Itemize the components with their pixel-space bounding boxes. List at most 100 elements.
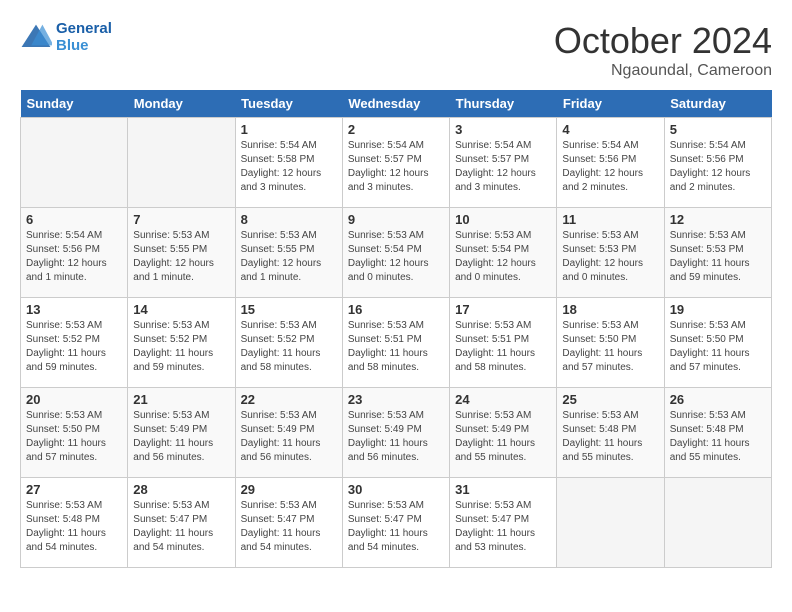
table-row: 27 Sunrise: 5:53 AM Sunset: 5:48 PM Dayli… [21,478,128,568]
table-row: 4 Sunrise: 5:54 AM Sunset: 5:56 PM Daylig… [557,118,664,208]
location-title: Ngaoundal, Cameroon [554,62,772,80]
table-row: 25 Sunrise: 5:53 AM Sunset: 5:48 PM Dayli… [557,388,664,478]
cell-text: Sunrise: 5:53 AM Sunset: 5:48 PM Dayligh… [670,409,766,465]
cell-text: Sunrise: 5:53 AM Sunset: 5:55 PM Dayligh… [133,229,229,285]
day-number: 15 [241,302,337,317]
table-row: 9 Sunrise: 5:53 AM Sunset: 5:54 PM Daylig… [342,208,449,298]
table-row [664,478,771,568]
col-sunday: Sunday [21,90,128,118]
day-number: 8 [241,212,337,227]
cell-text: Sunrise: 5:53 AM Sunset: 5:54 PM Dayligh… [455,229,551,285]
day-number: 1 [241,122,337,137]
table-row: 14 Sunrise: 5:53 AM Sunset: 5:52 PM Dayli… [128,298,235,388]
day-number: 11 [562,212,658,227]
cell-text: Sunrise: 5:53 AM Sunset: 5:51 PM Dayligh… [455,319,551,375]
table-row [128,118,235,208]
cell-text: Sunrise: 5:53 AM Sunset: 5:49 PM Dayligh… [241,409,337,465]
table-row: 28 Sunrise: 5:53 AM Sunset: 5:47 PM Dayli… [128,478,235,568]
cell-text: Sunrise: 5:53 AM Sunset: 5:49 PM Dayligh… [455,409,551,465]
cell-text: Sunrise: 5:53 AM Sunset: 5:47 PM Dayligh… [455,499,551,555]
calendar-table: Sunday Monday Tuesday Wednesday Thursday… [20,90,772,568]
table-row: 15Sunrise: 5:53 AM Sunset: 5:52 PM Dayli… [235,298,342,388]
cell-text: Sunrise: 5:53 AM Sunset: 5:54 PM Dayligh… [348,229,444,285]
day-number: 18 [562,302,658,317]
cell-text: Sunrise: 5:53 AM Sunset: 5:48 PM Dayligh… [562,409,658,465]
calendar-header-row: Sunday Monday Tuesday Wednesday Thursday… [21,90,772,118]
cell-text: Sunrise: 5:53 AM Sunset: 5:50 PM Dayligh… [670,319,766,375]
table-row: 24 Sunrise: 5:53 AM Sunset: 5:49 PM Dayli… [450,388,557,478]
cell-text: Sunrise: 5:53 AM Sunset: 5:51 PM Dayligh… [348,319,444,375]
cell-text: Sunrise: 5:54 AM Sunset: 5:57 PM Dayligh… [455,139,551,195]
cell-text: Sunrise: 5:53 AM Sunset: 5:47 PM Dayligh… [241,499,337,555]
day-number: 13 [26,302,122,317]
col-wednesday: Wednesday [342,90,449,118]
month-title: October 2024 [554,20,772,62]
day-number: 24 [455,392,551,407]
calendar-week-row: 20 Sunrise: 5:53 AM Sunset: 5:50 PM Dayli… [21,388,772,478]
calendar-week-row: 13 Sunrise: 5:53 AM Sunset: 5:52 PM Dayli… [21,298,772,388]
table-row: 11 Sunrise: 5:53 AM Sunset: 5:53 PM Dayli… [557,208,664,298]
table-row: 7 Sunrise: 5:53 AM Sunset: 5:55 PM Daylig… [128,208,235,298]
table-row: 16 Sunrise: 5:53 AM Sunset: 5:51 PM Dayli… [342,298,449,388]
logo-text: General Blue [56,20,112,54]
day-number: 2 [348,122,444,137]
table-row: 2Sunrise: 5:54 AM Sunset: 5:57 PM Daylig… [342,118,449,208]
day-number: 5 [670,122,766,137]
day-number: 27 [26,482,122,497]
table-row: 1 Sunrise: 5:54 AM Sunset: 5:58 PM Daylig… [235,118,342,208]
table-row: 21 Sunrise: 5:53 AM Sunset: 5:49 PM Dayli… [128,388,235,478]
day-number: 7 [133,212,229,227]
cell-text: Sunrise: 5:53 AM Sunset: 5:49 PM Dayligh… [348,409,444,465]
col-monday: Monday [128,90,235,118]
day-number: 3 [455,122,551,137]
col-saturday: Saturday [664,90,771,118]
table-row: 20 Sunrise: 5:53 AM Sunset: 5:50 PM Dayli… [21,388,128,478]
cell-text: Sunrise: 5:54 AM Sunset: 5:56 PM Dayligh… [562,139,658,195]
table-row: 12Sunrise: 5:53 AM Sunset: 5:53 PM Dayli… [664,208,771,298]
day-number: 9 [348,212,444,227]
col-thursday: Thursday [450,90,557,118]
day-number: 16 [348,302,444,317]
cell-text: Sunrise: 5:53 AM Sunset: 5:48 PM Dayligh… [26,499,122,555]
logo: General Blue [20,20,112,54]
day-number: 29 [241,482,337,497]
day-number: 25 [562,392,658,407]
logo-icon [20,23,52,51]
cell-text: Sunrise: 5:53 AM Sunset: 5:55 PM Dayligh… [241,229,337,285]
day-number: 19 [670,302,766,317]
calendar-week-row: 1 Sunrise: 5:54 AM Sunset: 5:58 PM Daylig… [21,118,772,208]
day-number: 14 [133,302,229,317]
cell-text: Sunrise: 5:53 AM Sunset: 5:47 PM Dayligh… [348,499,444,555]
cell-text: Sunrise: 5:53 AM Sunset: 5:47 PM Dayligh… [133,499,229,555]
calendar-week-row: 6Sunrise: 5:54 AM Sunset: 5:56 PM Daylig… [21,208,772,298]
table-row: 30Sunrise: 5:53 AM Sunset: 5:47 PM Dayli… [342,478,449,568]
cell-text: Sunrise: 5:54 AM Sunset: 5:56 PM Dayligh… [26,229,122,285]
table-row: 5 Sunrise: 5:54 AM Sunset: 5:56 PM Daylig… [664,118,771,208]
calendar-week-row: 27 Sunrise: 5:53 AM Sunset: 5:48 PM Dayli… [21,478,772,568]
col-tuesday: Tuesday [235,90,342,118]
table-row: 18Sunrise: 5:53 AM Sunset: 5:50 PM Dayli… [557,298,664,388]
table-row: 19 Sunrise: 5:53 AM Sunset: 5:50 PM Dayli… [664,298,771,388]
day-number: 28 [133,482,229,497]
page-header: General Blue October 2024 Ngaoundal, Cam… [20,20,772,80]
table-row [21,118,128,208]
table-row: 31Sunrise: 5:53 AM Sunset: 5:47 PM Dayli… [450,478,557,568]
cell-text: Sunrise: 5:53 AM Sunset: 5:49 PM Dayligh… [133,409,229,465]
cell-text: Sunrise: 5:53 AM Sunset: 5:53 PM Dayligh… [562,229,658,285]
table-row: 8 Sunrise: 5:53 AM Sunset: 5:55 PM Daylig… [235,208,342,298]
day-number: 23 [348,392,444,407]
cell-text: Sunrise: 5:54 AM Sunset: 5:58 PM Dayligh… [241,139,337,195]
cell-text: Sunrise: 5:53 AM Sunset: 5:52 PM Dayligh… [133,319,229,375]
day-number: 22 [241,392,337,407]
day-number: 4 [562,122,658,137]
col-friday: Friday [557,90,664,118]
table-row: 13Sunrise: 5:53 AM Sunset: 5:52 PM Dayli… [21,298,128,388]
cell-text: Sunrise: 5:54 AM Sunset: 5:56 PM Dayligh… [670,139,766,195]
cell-text: Sunrise: 5:53 AM Sunset: 5:50 PM Dayligh… [26,409,122,465]
day-number: 20 [26,392,122,407]
cell-text: Sunrise: 5:53 AM Sunset: 5:53 PM Dayligh… [670,229,766,285]
day-number: 21 [133,392,229,407]
table-row: 23 Sunrise: 5:53 AM Sunset: 5:49 PM Dayli… [342,388,449,478]
table-row: 22 Sunrise: 5:53 AM Sunset: 5:49 PM Dayli… [235,388,342,478]
day-number: 26 [670,392,766,407]
